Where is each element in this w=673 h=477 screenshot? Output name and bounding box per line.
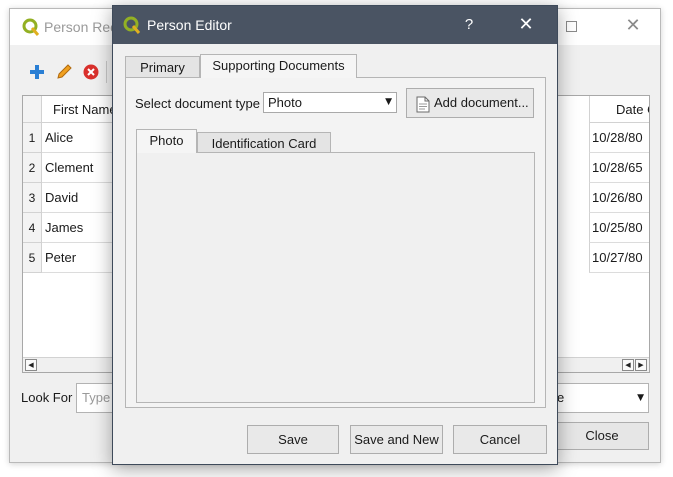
look-for-label: Look For [21, 390, 73, 405]
qgis-logo-icon [22, 18, 40, 36]
add-document-button[interactable]: Add document... [406, 88, 534, 118]
qgis-logo-icon [123, 16, 141, 34]
document-type-value: Photo [268, 95, 302, 110]
dialog-titlebar[interactable]: Person Editor ? ✕ [113, 6, 557, 44]
table-cell-date[interactable]: 10/28/80 [589, 123, 649, 153]
close-icon[interactable]: ✕ [515, 14, 537, 36]
add-record-button[interactable] [28, 63, 46, 81]
chevron-down-icon: ▼ [637, 393, 644, 403]
dialog-title: Person Editor [147, 17, 232, 33]
search-field-combo[interactable]: e ▼ [550, 383, 649, 413]
help-button[interactable]: ? [459, 15, 479, 35]
document-type-label: Select document type [135, 96, 261, 111]
add-document-label: Add document... [434, 95, 529, 110]
document-type-select[interactable]: Photo ▼ [263, 92, 397, 113]
table-corner[interactable] [23, 96, 42, 123]
background-window-title: Person Rec [44, 19, 118, 35]
row-header[interactable]: 1 [23, 123, 42, 153]
document-icon [416, 95, 430, 113]
close-icon[interactable]: ✕ [622, 15, 644, 37]
chevron-down-icon: ▼ [385, 97, 392, 107]
save-and-new-button[interactable]: Save and New [350, 425, 443, 454]
table-cell-date[interactable]: 10/26/80 [589, 183, 649, 213]
search-field-value: e [557, 390, 565, 405]
pencil-icon [57, 64, 72, 79]
row-header[interactable]: 5 [23, 243, 42, 273]
tab-photo[interactable]: Photo [136, 129, 197, 153]
table-cell-date[interactable]: 10/28/65 [589, 153, 649, 183]
table-cell-date[interactable]: 10/25/80 [589, 213, 649, 243]
tab-supporting-documents[interactable]: Supporting Documents [200, 54, 357, 78]
row-header[interactable]: 3 [23, 183, 42, 213]
edit-record-button[interactable] [55, 63, 73, 81]
delete-record-button[interactable] [82, 63, 100, 81]
delete-icon [83, 64, 99, 80]
maximize-icon[interactable] [566, 21, 577, 32]
column-header-date[interactable]: Date Of [589, 96, 649, 123]
tab-primary[interactable]: Primary [125, 56, 200, 79]
scroll-right-icon[interactable]: ▶ [635, 359, 647, 371]
scroll-left-icon[interactable]: ◀ [622, 359, 634, 371]
toolbar-separator [106, 61, 107, 83]
person-editor-dialog: Person Editor ? ✕ Primary Supporting Doc… [112, 5, 558, 465]
cancel-button[interactable]: Cancel [453, 425, 547, 454]
save-button[interactable]: Save [247, 425, 339, 454]
scroll-left-icon[interactable]: ◀ [25, 359, 37, 371]
row-header[interactable]: 4 [23, 213, 42, 243]
photo-document-panel [136, 152, 535, 403]
row-header[interactable]: 2 [23, 153, 42, 183]
plus-icon [30, 65, 44, 79]
close-button[interactable]: Close [555, 422, 649, 450]
table-cell-date[interactable]: 10/27/80 [589, 243, 649, 273]
